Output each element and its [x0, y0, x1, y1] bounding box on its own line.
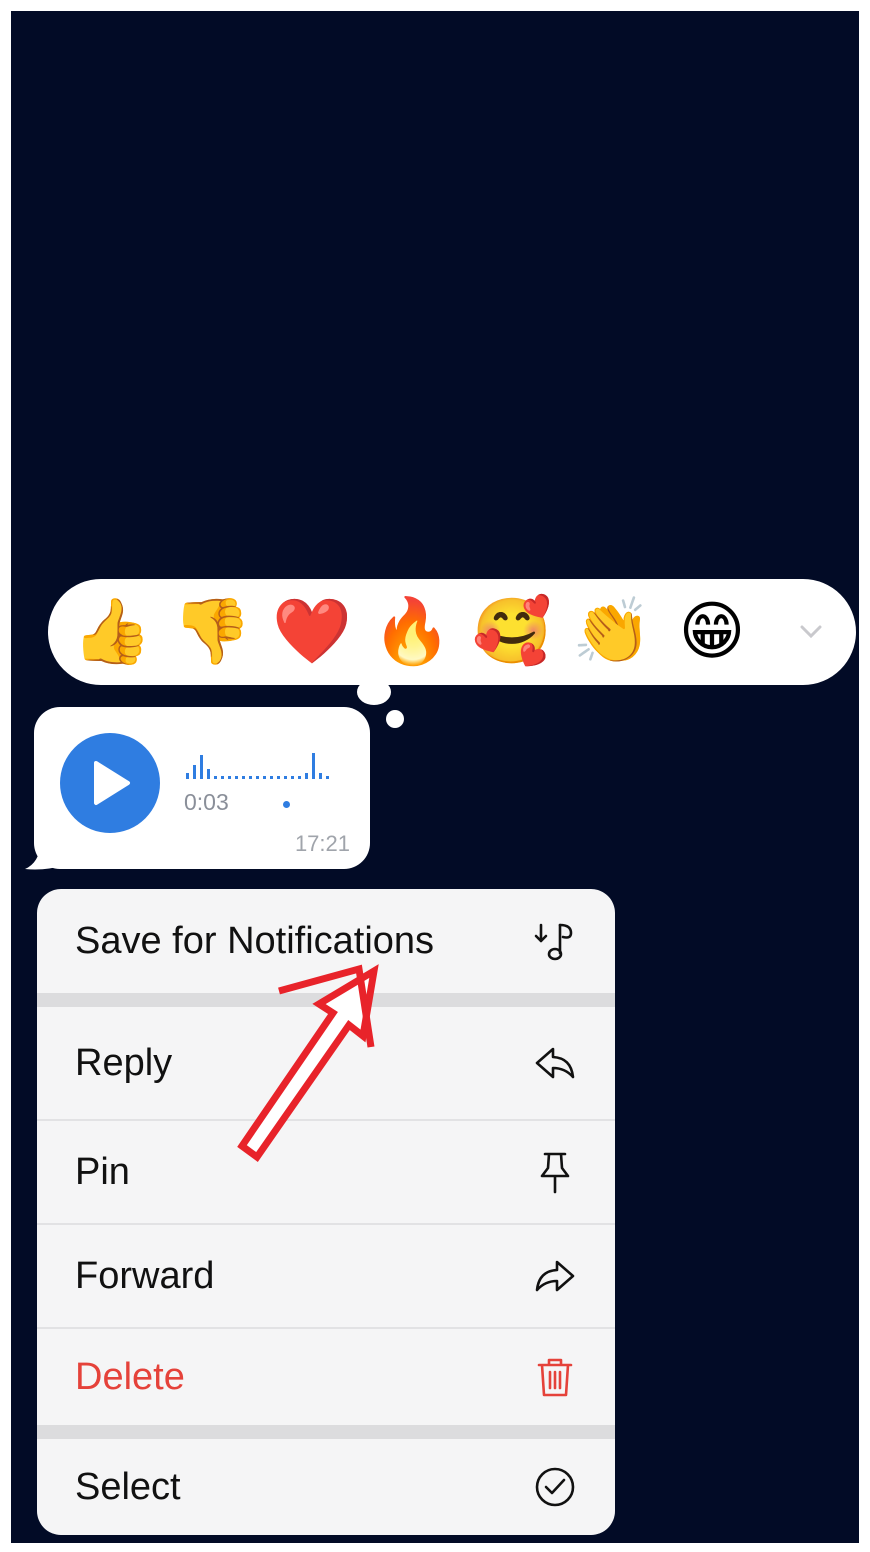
- menu-item-label: Save for Notifications: [75, 919, 435, 962]
- checkmark-circle-icon: [533, 1465, 577, 1509]
- pin-icon: [533, 1150, 577, 1194]
- menu-separator: [37, 993, 615, 1007]
- reaction-bar-tail: [357, 679, 391, 705]
- menu-item-label: Reply: [75, 1041, 173, 1084]
- waveform[interactable]: [184, 743, 334, 783]
- menu-item-pin[interactable]: Pin: [37, 1121, 615, 1223]
- play-button[interactable]: [60, 733, 160, 833]
- reaction-grinning[interactable]: 😁: [662, 582, 762, 682]
- reaction-thumbs-down[interactable]: 👎: [162, 582, 262, 682]
- reaction-clapping[interactable]: 👏: [562, 582, 662, 682]
- voice-message-bubble[interactable]: 0:03 17:21: [34, 707, 370, 869]
- chevron-down-icon[interactable]: [796, 617, 826, 647]
- play-icon: [94, 761, 130, 805]
- menu-item-select[interactable]: Select: [37, 1439, 615, 1535]
- message-time: 17:21: [294, 831, 350, 856]
- menu-item-delete[interactable]: Delete: [37, 1329, 615, 1425]
- reaction-bar-tail-dot: [386, 710, 404, 728]
- reply-icon: [533, 1041, 577, 1085]
- menu-item-reply[interactable]: Reply: [37, 1007, 615, 1119]
- voice-duration: 0:03: [184, 789, 229, 815]
- context-menu: Save for Notifications Reply Pin Forward…: [37, 889, 615, 1535]
- chat-screen: 👍 👎 ❤️ 🔥 🥰 👏 😁 0:03 17:21 Save for Notif…: [11, 11, 859, 1543]
- menu-item-label: Select: [75, 1465, 181, 1508]
- menu-separator: [37, 1425, 615, 1439]
- reaction-fire[interactable]: 🔥: [362, 582, 462, 682]
- menu-item-save-for-notifications[interactable]: Save for Notifications: [37, 889, 615, 993]
- forward-icon: [533, 1254, 577, 1298]
- reaction-thumbs-up[interactable]: 👍: [62, 582, 162, 682]
- menu-item-forward[interactable]: Forward: [37, 1225, 615, 1327]
- reaction-smiling-hearts[interactable]: 🥰: [462, 582, 562, 682]
- reaction-bar: 👍 👎 ❤️ 🔥 🥰 👏 😁: [48, 579, 856, 685]
- menu-item-label: Delete: [75, 1355, 185, 1398]
- menu-item-label: Forward: [75, 1254, 215, 1297]
- save-sound-icon: [533, 919, 577, 963]
- trash-icon: [533, 1355, 577, 1399]
- reaction-heart[interactable]: ❤️: [262, 582, 362, 682]
- menu-item-label: Pin: [75, 1150, 130, 1193]
- unread-dot: [283, 801, 290, 808]
